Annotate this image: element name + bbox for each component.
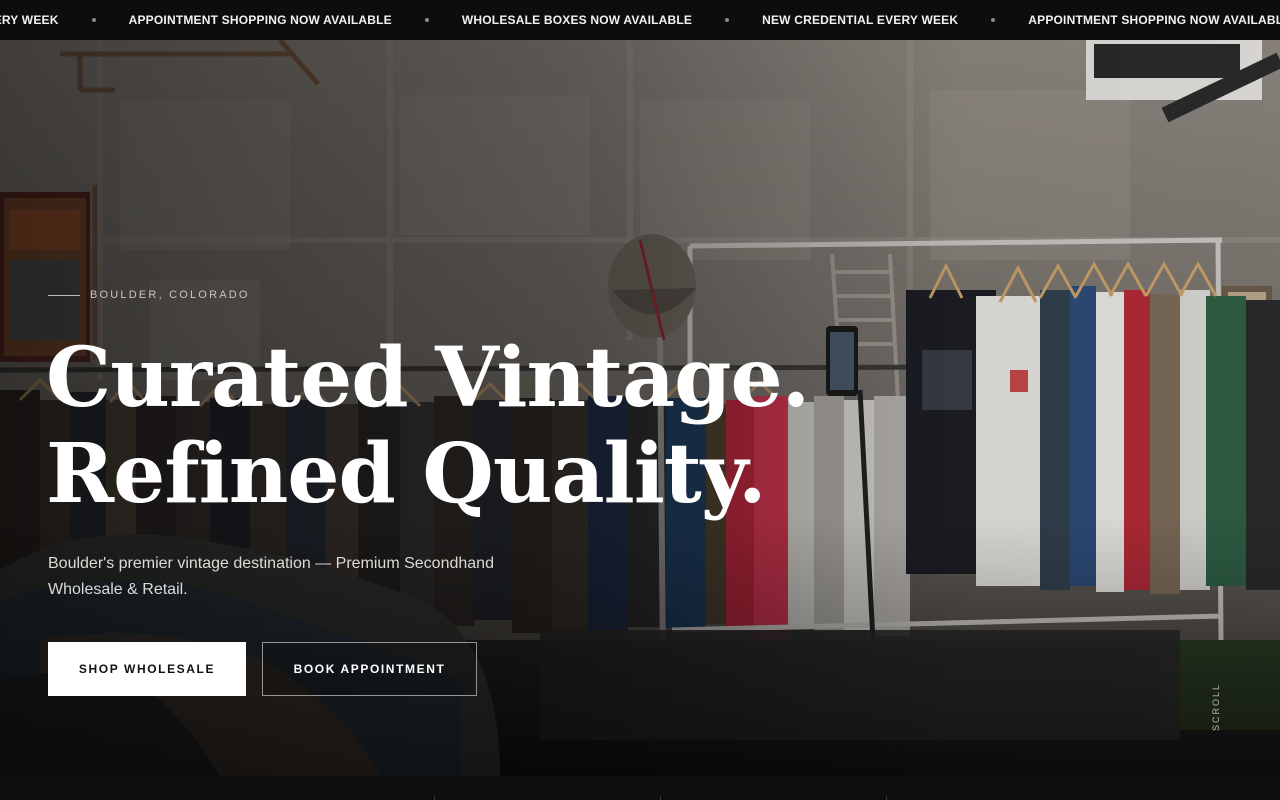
ticker-item: NEW CREDENTIAL EVERY WEEK: [762, 13, 959, 27]
headline-line-1: Curated Vintage.: [46, 330, 810, 426]
ticker-item: APPOINTMENT SHOPPING NOW AVAILABLE: [128, 13, 392, 27]
divider-tick: [660, 796, 661, 800]
hero-section: BOULDER, COLORADO Curated Vintage. Refin…: [0, 40, 1280, 776]
headline-line-2: Refined Quality.: [46, 426, 767, 522]
ticker-item: APPOINTMENT SHOPPING NOW AVAILABLE: [1028, 13, 1280, 27]
ticker-separator-dot: [991, 18, 996, 22]
shop-wholesale-button[interactable]: SHOP WHOLESALE: [48, 642, 246, 696]
announcement-ticker: IAL EVERY WEEK APPOINTMENT SHOPPING NOW …: [0, 0, 1280, 40]
ticker-item: IAL EVERY WEEK: [0, 13, 59, 27]
ticker-item: WHOLESALE BOXES NOW AVAILABLE: [461, 13, 693, 27]
ticker-separator-dot: [424, 18, 429, 22]
next-section-edge: [0, 776, 1280, 800]
book-appointment-button[interactable]: BOOK APPOINTMENT: [262, 642, 477, 696]
location-label: BOULDER, COLORADO: [90, 289, 250, 301]
scroll-label: SCROLL: [1211, 682, 1222, 732]
ticker-separator-dot: [91, 18, 96, 22]
ticker-track: IAL EVERY WEEK APPOINTMENT SHOPPING NOW …: [0, 0, 1280, 40]
hero-eyebrow: BOULDER, COLORADO: [48, 289, 250, 301]
divider-tick: [886, 796, 887, 800]
hero-headline: Curated Vintage. Refined Quality.: [46, 330, 810, 522]
ticker-separator-dot: [725, 18, 730, 22]
hero-subtitle: Boulder's premier vintage destination — …: [48, 555, 494, 598]
divider-tick: [434, 796, 435, 800]
eyebrow-rule: [48, 294, 80, 296]
scroll-indicator[interactable]: SCROLL: [1211, 680, 1228, 742]
